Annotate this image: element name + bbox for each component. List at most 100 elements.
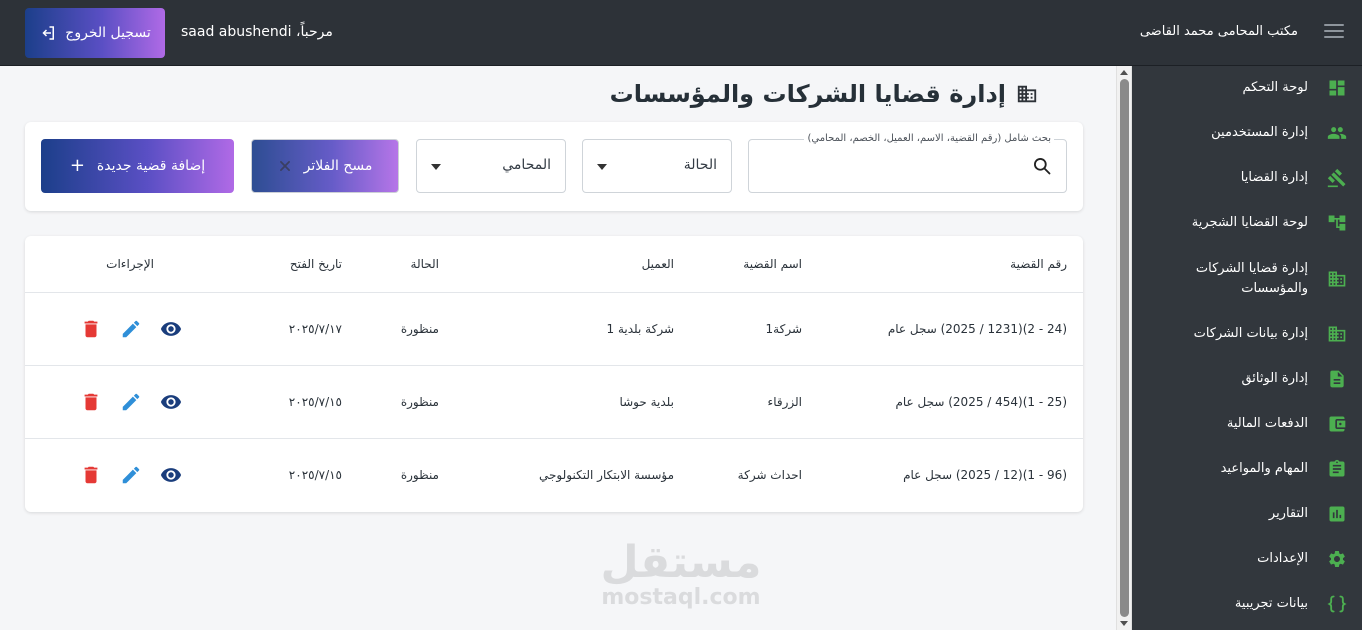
close-icon xyxy=(279,161,290,171)
sidebar-item-label: الدفعات المالية xyxy=(1226,416,1308,431)
sidebar-item-label: إدارة قضايا الشركات والمؤسسات xyxy=(1195,261,1308,296)
table-row: (24 - 2)(1231 / 2025) سجل عام شركة1 شركة… xyxy=(25,293,1083,366)
dashboard-icon xyxy=(1326,77,1348,99)
cell-client: مؤسسة الابتكار التكنولوجي xyxy=(539,468,674,482)
menu-icon[interactable] xyxy=(1324,24,1344,40)
edit-icon[interactable] xyxy=(120,391,144,415)
scroll-thumb[interactable] xyxy=(1120,79,1129,617)
delete-icon[interactable] xyxy=(80,318,104,342)
sidebar-item-payments[interactable]: الدفعات المالية xyxy=(1132,412,1362,436)
table-row: (96 - 1)(12 / 2025) سجل عام احداث شركة م… xyxy=(25,439,1083,512)
cell-open-date: ٢٠٢٥/٧/١٥ xyxy=(288,395,342,409)
status-select-label: الحالة xyxy=(683,157,717,173)
cell-status: منظورة xyxy=(400,322,439,336)
plus-icon: + xyxy=(69,155,85,176)
page-title: إدارة قضايا الشركات والمؤسسات xyxy=(609,80,1006,108)
header-client: العميل xyxy=(641,257,674,271)
cell-open-date: ٢٠٢٥/٧/١٥ xyxy=(288,468,342,482)
header-actions: الإجراءات xyxy=(106,257,154,271)
cell-open-date: ٢٠٢٥/٧/١٧ xyxy=(288,322,342,336)
search-icon xyxy=(1034,158,1051,175)
cases-table: رقم القضية اسم القضية العميل الحالة تاري… xyxy=(25,236,1083,512)
sidebar-item-cases-tree[interactable]: لوحة القضايا الشجرية xyxy=(1132,211,1362,235)
header-case-number: رقم القضية xyxy=(1010,257,1067,271)
cell-case-number: (25 - 1)(454 / 2025) سجل عام xyxy=(895,395,1067,409)
page-scrollbar[interactable] xyxy=(1116,66,1132,630)
page-header: إدارة قضايا الشركات والمؤسسات xyxy=(610,80,1038,108)
welcome-text: مرحباً، saad abushendi xyxy=(181,24,333,40)
search-input[interactable]: بحث شامل (رقم القضية، الاسم، العميل، الخ… xyxy=(748,133,1067,193)
sidebar-item-cases[interactable]: إدارة القضايا xyxy=(1132,166,1362,190)
chart-icon xyxy=(1326,503,1348,525)
status-select[interactable]: الحالة xyxy=(582,139,732,193)
braces-icon xyxy=(1326,593,1348,615)
wallet-icon xyxy=(1326,413,1348,435)
tree-icon xyxy=(1326,212,1348,234)
lawyer-select[interactable]: المحامي xyxy=(416,139,566,193)
cell-case-number: (24 - 2)(1231 / 2025) سجل عام xyxy=(887,322,1067,336)
cell-case-name: احداث شركة xyxy=(737,468,802,482)
sidebar-item-users[interactable]: إدارة المستخدمين xyxy=(1132,121,1362,145)
document-icon xyxy=(1326,368,1348,390)
view-icon[interactable] xyxy=(160,391,184,415)
sidebar-item-label: المهام والمواعيد xyxy=(1220,461,1308,476)
scroll-up-arrow-icon[interactable] xyxy=(1120,70,1128,75)
logout-label: تسجيل الخروج xyxy=(65,25,151,41)
delete-icon[interactable] xyxy=(80,391,104,415)
header-status: الحالة xyxy=(410,257,439,271)
edit-icon[interactable] xyxy=(120,464,144,488)
cell-case-number: (96 - 1)(12 / 2025) سجل عام xyxy=(903,468,1067,482)
logout-button[interactable]: تسجيل الخروج xyxy=(25,8,165,58)
sidebar-item-label: بيانات تجريبية xyxy=(1234,596,1308,611)
chevron-down-icon xyxy=(597,164,607,170)
clear-filters-button[interactable]: مسح الفلاتر xyxy=(251,139,399,193)
watermark-arabic: مستقل xyxy=(600,537,762,588)
sidebar-item-demo-data[interactable]: بيانات تجريبية xyxy=(1132,592,1362,616)
view-icon[interactable] xyxy=(160,464,184,488)
sidebar-item-settings[interactable]: الإعدادات xyxy=(1132,547,1362,571)
sidebar-item-label: إدارة القضايا xyxy=(1240,170,1308,185)
app-title: مكتب المحامى محمد القاضى xyxy=(1139,24,1298,39)
scroll-down-arrow-icon[interactable] xyxy=(1120,621,1128,626)
sidebar-item-reports[interactable]: التقارير xyxy=(1132,502,1362,526)
sidebar-item-label: إدارة المستخدمين xyxy=(1211,125,1308,140)
search-label: بحث شامل (رقم القضية، الاسم، العميل، الخ… xyxy=(804,133,1054,144)
sidebar-item-label: التقارير xyxy=(1268,506,1308,521)
sidebar-item-label: لوحة القضايا الشجرية xyxy=(1191,215,1308,230)
delete-icon[interactable] xyxy=(80,464,104,488)
lawyer-select-label: المحامي xyxy=(502,157,551,173)
table-row: (25 - 1)(454 / 2025) سجل عام الزرقاء بلد… xyxy=(25,366,1083,439)
top-bar: مكتب المحامى محمد القاضى مرحباً، saad ab… xyxy=(0,0,1362,66)
add-case-label: إضافة قضية جديدة xyxy=(96,158,206,174)
sidebar-item-label: لوحة التحكم xyxy=(1242,80,1308,95)
sidebar-item-label: إدارة بيانات الشركات xyxy=(1193,326,1308,341)
header-case-name: اسم القضية xyxy=(743,257,802,271)
sidebar: لوحة التحكم إدارة المستخدمين إدارة القضا… xyxy=(1132,66,1362,630)
gear-icon xyxy=(1326,548,1348,570)
sidebar-item-documents[interactable]: إدارة الوثائق xyxy=(1132,367,1362,391)
clipboard-icon xyxy=(1326,458,1348,480)
sidebar-item-company-cases[interactable]: إدارة قضايا الشركات والمؤسسات xyxy=(1132,258,1362,300)
logout-icon xyxy=(42,26,55,40)
chevron-down-icon xyxy=(431,164,441,170)
add-case-button[interactable]: إضافة قضية جديدة + xyxy=(41,139,234,193)
edit-icon[interactable] xyxy=(120,318,144,342)
cell-client: بلدية حوشا xyxy=(619,395,674,409)
sidebar-item-company-data[interactable]: إدارة بيانات الشركات xyxy=(1132,322,1362,346)
users-icon xyxy=(1326,122,1348,144)
building-icon xyxy=(1326,323,1348,345)
cell-case-name: الزرقاء xyxy=(767,395,802,409)
view-icon[interactable] xyxy=(160,318,184,342)
gavel-icon xyxy=(1326,167,1348,189)
sidebar-item-dashboard[interactable]: لوحة التحكم xyxy=(1132,76,1362,100)
watermark: مستقل mostaql.com xyxy=(596,540,766,610)
cell-case-name: شركة1 xyxy=(765,322,802,336)
cell-client: شركة بلدية 1 xyxy=(606,322,674,336)
sidebar-item-label: إدارة الوثائق xyxy=(1241,371,1308,386)
watermark-latin: mostaql.com xyxy=(601,585,761,610)
clear-filters-label: مسح الفلاتر xyxy=(303,158,373,174)
building-icon xyxy=(1017,85,1037,103)
table-header-row: رقم القضية اسم القضية العميل الحالة تاري… xyxy=(25,236,1083,293)
building-icon xyxy=(1326,268,1348,290)
sidebar-item-tasks[interactable]: المهام والمواعيد xyxy=(1132,457,1362,481)
